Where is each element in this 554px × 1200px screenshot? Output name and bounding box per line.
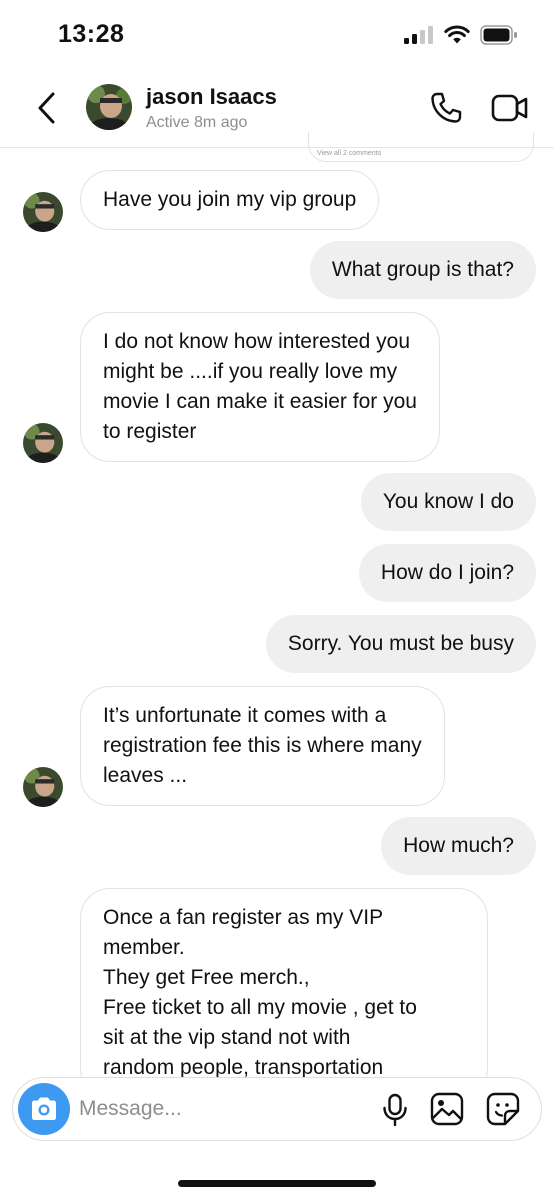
message-text: Once a fan register as my VIP [103,906,384,929]
message-text: Sorry. You must be busy [287,632,514,655]
active-status: Active 8m ago [146,114,248,131]
video-camera-icon [491,94,528,122]
image-icon [430,1092,464,1126]
battery-icon [480,25,518,50]
message-bubble-incoming[interactable]: Have you join my vip group [80,170,380,230]
status-icons [404,25,518,50]
chevron-left-icon [38,92,55,124]
signal-icon [404,26,434,49]
message-text: sit at the vip stand not with [103,1026,351,1049]
message-text: to register [103,420,197,443]
message-text: registration fee this is where many [103,734,422,757]
camera-button[interactable] [18,1083,70,1135]
message-text: How much? [403,834,514,857]
message-text: Have you join my vip group [103,188,357,211]
video-call-button[interactable] [488,88,532,128]
status-time: 13:28 [58,20,125,48]
message-text: What group is that? [331,258,514,281]
sticker-button[interactable] [485,1091,521,1127]
message-text: It’s unfortunate it comes with a [103,704,387,727]
message-bubble-incoming[interactable]: Once a fan register as my VIP member. Th… [80,888,488,1078]
back-button[interactable] [26,88,66,128]
wifi-icon [444,25,470,50]
message-text: movie I can make it easier for you [103,390,417,413]
contact-name[interactable]: jason Isaacs [146,84,277,110]
message-text: random people, transportation [103,1056,384,1078]
sender-avatar[interactable] [23,423,63,463]
home-indicator[interactable] [178,1180,376,1187]
message-bubble-outgoing[interactable]: You know I do [360,473,536,531]
status-bar: 13:28 [0,0,554,70]
contact-avatar[interactable] [86,84,132,130]
message-text: Free ticket to all my movie , get to [103,996,417,1019]
gallery-button[interactable] [429,1091,465,1127]
message-text: might be ....if you really love my [103,360,398,383]
microphone-icon [383,1093,407,1127]
sticker-icon [486,1092,520,1126]
voice-message-button[interactable] [379,1092,411,1128]
sender-avatar[interactable] [23,192,63,232]
message-text: You know I do [382,490,514,513]
message-bubble-outgoing[interactable]: Sorry. You must be busy [265,615,536,673]
message-bubble-incoming[interactable]: I do not know how interested you might b… [80,312,440,462]
message-text: I do not know how interested you [103,330,411,353]
message-text: How do I join? [380,561,514,584]
message-text: leaves ... [103,764,188,787]
phone-icon [431,92,462,123]
sender-avatar[interactable] [23,767,63,807]
message-bubble-incoming[interactable]: It’s unfortunate it comes with a registr… [80,686,445,806]
message-bubble-outgoing[interactable]: How much? [381,817,536,875]
message-text: They get Free merch., [103,966,310,989]
voice-call-button[interactable] [426,88,466,128]
message-input[interactable] [79,1090,369,1128]
message-bubble-outgoing[interactable]: How do I join? [358,544,536,602]
message-text: member. [103,936,185,959]
camera-icon [32,1097,56,1120]
message-bubble-outgoing[interactable]: What group is that? [309,241,536,299]
message-thread[interactable]: Have you join my vip group What group is… [0,148,554,1078]
message-composer [12,1077,542,1141]
